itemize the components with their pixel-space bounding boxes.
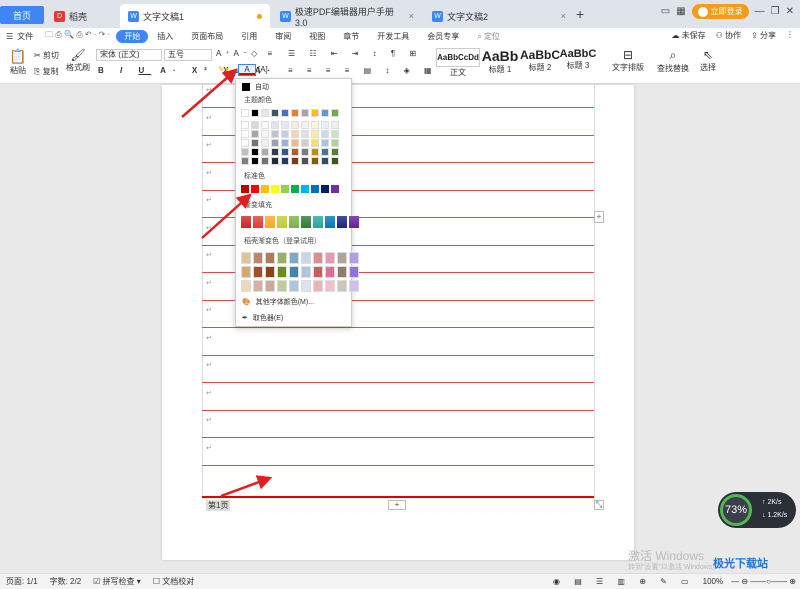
spell-check-label: 拼写检查 <box>102 577 135 586</box>
arrow-to-red-swatch <box>201 193 252 239</box>
site-logo-text: 极光下载站 <box>713 558 768 570</box>
upload-speed: ↑ 2K/s <box>762 499 782 506</box>
arrow-to-footer <box>220 475 273 498</box>
word-count[interactable]: 字数: 2/2 <box>44 576 88 587</box>
spell-check-toggle[interactable]: ☑ 拼写检查 ▾ <box>87 576 147 587</box>
site-logo: 极光下载站 <box>713 555 768 571</box>
activation-watermark-sub: 转到"设置"以激活 Windows。 <box>628 564 720 571</box>
proofread-label: 文档校对 <box>162 577 195 586</box>
annotation-arrows <box>181 68 273 498</box>
usage-gauge: 73% <box>720 494 752 526</box>
zoom-level[interactable]: 100% <box>699 577 727 586</box>
status-bar: 页面: 1/1 字数: 2/2 ☑ 拼写检查 ▾ ☐ 文档校对 ◉ ▤ ☰ ▥ … <box>0 573 800 589</box>
upload-value: 2K/s <box>767 499 782 506</box>
page-count[interactable]: 页面: 1/1 <box>0 576 44 587</box>
view-mode-buttons[interactable]: ◉ ▤ ☰ ▥ ⊕ ✎ ▭ <box>549 577 699 586</box>
network-speed-widget[interactable]: 73% ↑ 2K/s ↓ 1.2K/s <box>718 492 796 528</box>
proofread-button[interactable]: ☐ 文档校对 <box>147 576 200 587</box>
download-value: 1.2K/s <box>767 512 788 519</box>
arrow-to-font-color <box>181 68 238 118</box>
download-speed: ↓ 1.2K/s <box>762 512 788 519</box>
zoom-slider[interactable]: — ⊖ ——○—— ⊕ <box>727 577 800 586</box>
